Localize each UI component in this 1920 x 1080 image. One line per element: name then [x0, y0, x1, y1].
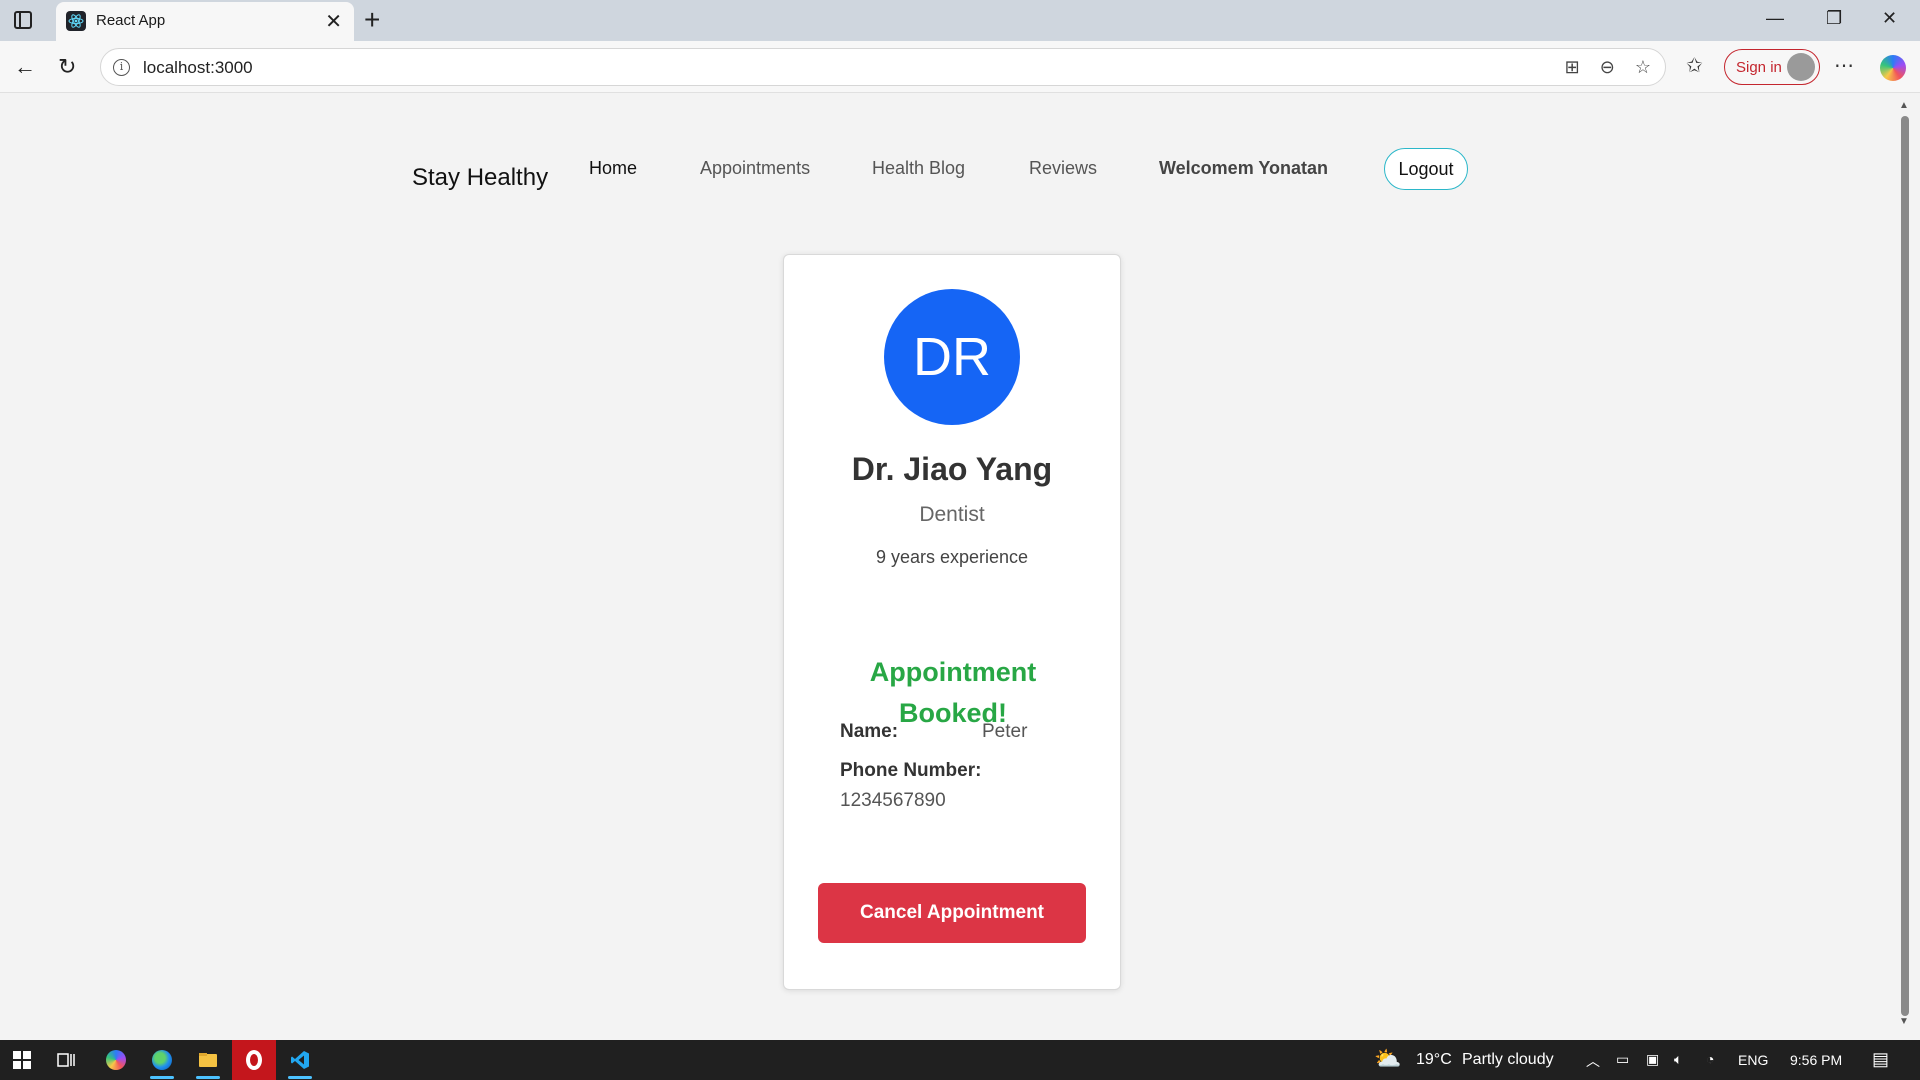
back-icon[interactable]: ← [14, 54, 36, 80]
site-info-icon[interactable]: i [113, 59, 130, 76]
tab-actions-icon[interactable] [14, 11, 32, 29]
nav-appointments[interactable]: Appointments [700, 158, 810, 179]
windows-logo-icon [13, 1051, 31, 1069]
cancel-appointment-button[interactable]: Cancel Appointment [818, 883, 1086, 943]
weather-temperature[interactable]: 19°C [1416, 1051, 1452, 1069]
reload-icon[interactable]: ↻ [58, 54, 76, 80]
weather-condition[interactable]: Partly cloudy [1462, 1051, 1554, 1069]
browser-tab[interactable]: React App ✕ [56, 2, 354, 41]
taskbar-edge[interactable] [140, 1040, 184, 1080]
favorite-star-icon[interactable]: ☆ [1635, 57, 1651, 78]
patient-name-value: Peter [982, 721, 1028, 742]
page-scrollbar[interactable]: ▲ ▼ [1895, 94, 1915, 1040]
meet-icon[interactable]: ▣ [1646, 1051, 1659, 1068]
profile-avatar-icon [1787, 53, 1815, 81]
favorites-icon[interactable]: ✩ [1686, 53, 1703, 78]
edge-browser-icon [152, 1050, 172, 1070]
notifications-icon[interactable]: ▤ [1872, 1049, 1889, 1070]
windows-taskbar: ⛅ 19°C Partly cloudy ︿ ▭ ▣ 🔈︎ ◔ ENG 9:56… [0, 1040, 1920, 1080]
more-options-icon[interactable]: ⋯ [1834, 53, 1854, 78]
battery-icon[interactable]: ▭ [1616, 1051, 1629, 1068]
nav-health-blog[interactable]: Health Blog [872, 158, 965, 179]
sign-in-label: Sign in [1736, 59, 1782, 76]
wifi-icon[interactable]: ◔ [1706, 1051, 1714, 1067]
vscode-icon [291, 1051, 309, 1069]
site-navbar: Stay Healthy Home Appointments Health Bl… [4, 94, 1895, 244]
url-text[interactable]: localhost:3000 [143, 58, 253, 78]
page-viewport: Stay Healthy Home Appointments Health Bl… [4, 94, 1895, 1040]
start-button[interactable] [0, 1040, 44, 1080]
scroll-down-icon[interactable]: ▼ [1899, 1016, 1909, 1027]
copilot-app-icon [106, 1050, 126, 1070]
folder-icon [199, 1053, 217, 1067]
tab-title: React App [96, 12, 166, 29]
zoom-out-icon[interactable]: ⊖ [1600, 57, 1615, 78]
taskbar-file-explorer[interactable] [186, 1040, 230, 1080]
scroll-thumb[interactable] [1901, 116, 1909, 1016]
patient-name-label: Name: [840, 721, 899, 742]
volume-icon[interactable]: 🔈︎ [1674, 1051, 1682, 1068]
task-view-button[interactable] [44, 1040, 88, 1080]
sign-in-button[interactable]: Sign in [1724, 49, 1820, 85]
opera-icon [246, 1050, 262, 1070]
doctor-card: DR Dr. Jiao Yang Dentist 9 years experie… [783, 254, 1121, 990]
minimize-icon[interactable]: — [1766, 8, 1784, 29]
url-field[interactable]: i localhost:3000 ⊞ ⊖ ☆ [100, 48, 1666, 86]
close-tab-icon[interactable]: ✕ [325, 9, 342, 34]
nav-home[interactable]: Home [589, 158, 637, 179]
phone-number-value: 1234567890 [840, 790, 946, 811]
browser-tab-bar: React App ✕ + — ❐ ✕ [0, 0, 1920, 41]
nav-reviews[interactable]: Reviews [1029, 158, 1097, 179]
phone-number-label: Phone Number: [840, 760, 982, 781]
weather-cloud-icon[interactable]: ⛅ [1374, 1046, 1401, 1072]
task-view-icon [57, 1053, 75, 1067]
doctor-avatar: DR [884, 289, 1020, 425]
taskbar-copilot[interactable] [94, 1040, 138, 1080]
doctor-specialty: Dentist [919, 503, 985, 526]
input-language[interactable]: ENG [1738, 1052, 1768, 1068]
site-brand[interactable]: Stay Healthy [412, 164, 548, 192]
scroll-up-icon[interactable]: ▲ [1899, 100, 1909, 111]
doctor-name: Dr. Jiao Yang [851, 451, 1053, 487]
taskbar-vscode[interactable] [278, 1040, 322, 1080]
react-favicon-icon [66, 11, 86, 31]
logout-button[interactable]: Logout [1384, 148, 1468, 190]
address-bar: ← ↻ i localhost:3000 ⊞ ⊖ ☆ ✩ Sign in ⋯ [0, 41, 1920, 93]
taskbar-opera[interactable] [232, 1040, 276, 1080]
new-tab-icon[interactable]: + [364, 4, 380, 36]
app-available-icon[interactable]: ⊞ [1565, 57, 1580, 78]
doctor-experience: 9 years experience [875, 547, 1029, 567]
copilot-icon[interactable] [1880, 55, 1906, 81]
show-hidden-icons-icon[interactable]: ︿ [1586, 1051, 1600, 1071]
welcome-text: Welcomem Yonatan [1159, 158, 1329, 178]
close-window-icon[interactable]: ✕ [1882, 8, 1897, 29]
clock-time[interactable]: 9:56 PM [1790, 1052, 1842, 1068]
restore-icon[interactable]: ❐ [1826, 8, 1842, 29]
